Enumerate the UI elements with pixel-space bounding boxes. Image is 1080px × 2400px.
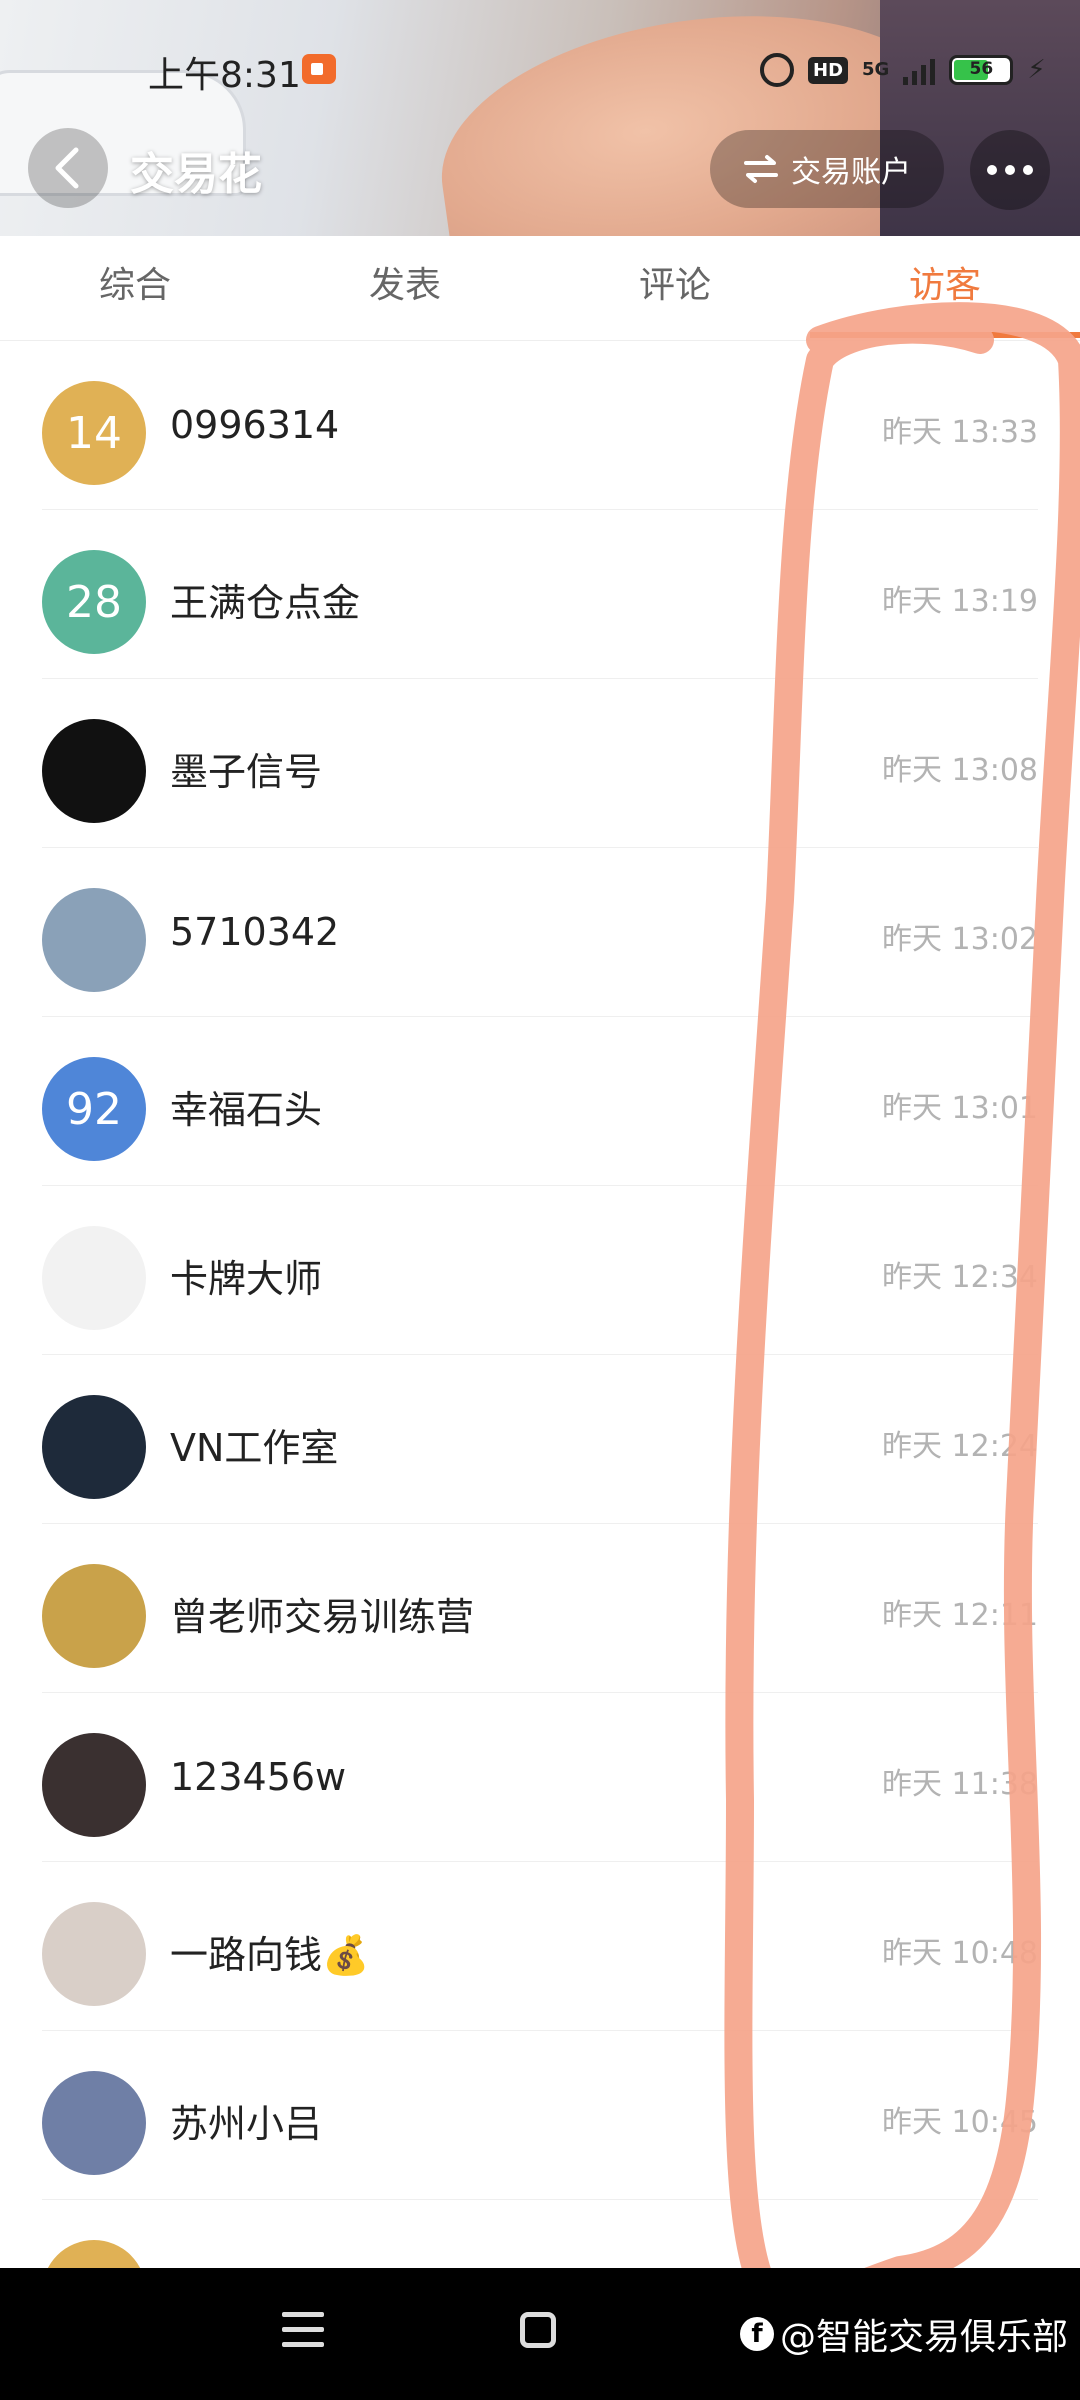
battery-icon: 56 xyxy=(949,55,1014,85)
visitor-row[interactable]: 123456w 昨天 11:38 xyxy=(0,1693,1080,1862)
visitor-name[interactable]: 一路向钱💰 xyxy=(170,1924,369,1979)
avatar[interactable] xyxy=(42,1564,146,1668)
avatar[interactable] xyxy=(42,888,146,992)
visit-time: 昨天 12:24 xyxy=(882,1429,1038,1464)
trading-account-button[interactable]: 交易账户 xyxy=(710,130,944,208)
watermark: f @智能交易俱乐部 xyxy=(739,2308,1068,2360)
back-button[interactable] xyxy=(28,128,108,208)
visitor-row[interactable]: 苏州小吕 昨天 10:45 xyxy=(0,2031,1080,2200)
visit-time: 昨天 13:33 xyxy=(882,415,1038,450)
tab-visitors[interactable]: 访客 xyxy=(810,236,1080,340)
avatar[interactable] xyxy=(42,1902,146,2006)
visitor-row[interactable]: VN工作室 昨天 12:24 xyxy=(0,1355,1080,1524)
visitor-row[interactable]: 28 王满仓点金 昨天 13:19 xyxy=(0,510,1080,679)
alarm-icon xyxy=(760,53,794,87)
more-button[interactable] xyxy=(970,130,1050,210)
visit-time: 昨天 13:02 xyxy=(882,922,1038,957)
visitor-name[interactable]: 卡牌大师 xyxy=(170,1248,322,1303)
visit-time: 昨天 13:19 xyxy=(882,584,1038,619)
visitor-name[interactable]: 苏州小吕 xyxy=(170,2093,322,2148)
avatar[interactable]: 14 xyxy=(42,381,146,485)
visitor-name[interactable]: VN工作室 xyxy=(170,1417,338,1472)
trading-account-label: 交易账户 xyxy=(791,155,911,190)
status-icons: HD 5G 56 ⚡ xyxy=(760,48,1060,92)
tab-bar: 综合 发表 评论 访客 xyxy=(0,236,1080,341)
battery-level: 56 xyxy=(969,59,994,79)
visitor-row[interactable]: 14 0996314 昨天 13:33 xyxy=(0,341,1080,510)
facebook-icon: f xyxy=(739,2317,774,2351)
visit-time: 昨天 10:48 xyxy=(882,1936,1038,1971)
swap-icon xyxy=(744,155,778,183)
avatar[interactable] xyxy=(42,719,146,823)
system-nav-bar: f @智能交易俱乐部 xyxy=(0,2268,1080,2400)
signal-icon xyxy=(903,55,936,85)
avatar[interactable]: 28 xyxy=(42,550,146,654)
avatar[interactable] xyxy=(42,1395,146,1499)
visitor-row[interactable]: 墨子信号 昨天 13:08 xyxy=(0,679,1080,848)
visitor-name[interactable]: 幸福石头 xyxy=(170,1079,322,1134)
visitor-row[interactable]: 卡牌大师 昨天 12:34 xyxy=(0,1186,1080,1355)
screen-record-icon xyxy=(302,54,336,84)
more-dot-icon xyxy=(987,165,997,175)
page-title: 交易花 xyxy=(130,149,262,200)
hd-icon: HD xyxy=(808,56,849,84)
visitor-row[interactable]: 92 幸福石头 昨天 13:01 xyxy=(0,1017,1080,1186)
visitor-name[interactable]: 墨子信号 xyxy=(170,741,322,796)
visitor-name[interactable]: 123456w xyxy=(170,1755,346,1799)
watermark-text: @智能交易俱乐部 xyxy=(779,2317,1068,2358)
tab-comments[interactable]: 评论 xyxy=(540,236,810,340)
avatar[interactable]: 92 xyxy=(42,1057,146,1161)
visit-time: 昨天 13:01 xyxy=(882,1091,1038,1126)
home-icon[interactable] xyxy=(520,2312,556,2348)
visit-time: 昨天 11:38 xyxy=(882,1767,1038,1802)
tab-overview[interactable]: 综合 xyxy=(0,236,270,340)
visit-time: 昨天 13:08 xyxy=(882,753,1038,788)
status-bar: 上午8:31 HD 5G 56 ⚡ xyxy=(0,40,1080,100)
profile-banner: 上午8:31 HD 5G 56 ⚡ 交易花 交易账户 xyxy=(0,0,1080,236)
menu-icon[interactable] xyxy=(282,2312,324,2348)
more-dot-icon xyxy=(1023,165,1033,175)
visitor-name[interactable]: 曾老师交易训练营 xyxy=(170,1586,474,1641)
visit-time: 昨天 10:45 xyxy=(882,2105,1038,2140)
charging-icon: ⚡ xyxy=(1027,55,1046,85)
visitor-name[interactable]: 5710342 xyxy=(170,910,339,954)
tab-posts[interactable]: 发表 xyxy=(270,236,540,340)
visitor-row[interactable]: 一路向钱💰 昨天 10:48 xyxy=(0,1862,1080,2031)
visitor-name[interactable]: 王满仓点金 xyxy=(170,572,360,627)
visitor-row[interactable]: 5710342 昨天 13:02 xyxy=(0,848,1080,1017)
avatar[interactable] xyxy=(42,2071,146,2175)
visit-time: 昨天 12:34 xyxy=(882,1260,1038,1295)
visitor-row[interactable]: 曾老师交易训练营 昨天 12:11 xyxy=(0,1524,1080,1693)
status-time: 上午8:31 xyxy=(148,55,301,96)
more-dot-icon xyxy=(1005,165,1015,175)
network-label: 5G xyxy=(862,59,890,80)
avatar[interactable] xyxy=(42,1226,146,1330)
active-tab-indicator xyxy=(810,332,1080,338)
chevron-left-icon xyxy=(55,147,79,189)
visitor-name[interactable]: 0996314 xyxy=(170,403,339,447)
visit-time: 昨天 12:11 xyxy=(882,1598,1038,1633)
avatar[interactable] xyxy=(42,1733,146,1837)
